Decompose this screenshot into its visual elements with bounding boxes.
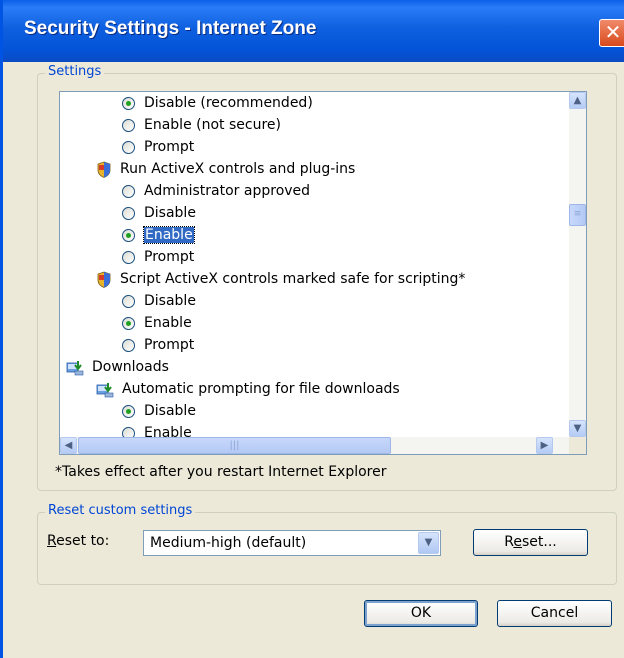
- scroll-left-button[interactable]: ◀: [60, 437, 77, 454]
- radio-option[interactable]: Enable: [122, 225, 195, 245]
- tree-item-label: Downloads: [92, 359, 169, 375]
- scroll-corner: [569, 437, 586, 454]
- chevron-down-icon[interactable]: ▼: [418, 532, 439, 554]
- settings-group-label: Settings: [45, 64, 105, 79]
- radio-button[interactable]: [122, 206, 135, 220]
- tree-item-label: Disable: [144, 293, 196, 309]
- tree-item-label: Automatic prompting for file downloads: [122, 381, 400, 397]
- radio-option[interactable]: Prompt: [122, 137, 194, 157]
- radio-button-checked[interactable]: [122, 96, 135, 110]
- window-title: Security Settings - Internet Zone: [24, 18, 317, 39]
- vertical-scroll-thumb[interactable]: ≡: [569, 204, 586, 226]
- reset-group-label: Reset custom settings: [45, 503, 196, 518]
- radio-button-checked[interactable]: [122, 404, 135, 418]
- radio-button[interactable]: [122, 118, 135, 132]
- shield-icon: [96, 271, 112, 288]
- reset-button[interactable]: Reset...: [473, 529, 588, 556]
- tree-item-label: Enable (not secure): [144, 117, 281, 133]
- tree-item-label: Disable: [144, 205, 196, 221]
- tree-item-label: Disable: [144, 403, 196, 419]
- setting-heading[interactable]: Automatic prompting for file downloads: [96, 379, 400, 399]
- radio-option[interactable]: Disable: [122, 291, 196, 311]
- tree-item-label: Enable: [143, 226, 195, 244]
- tree-item-label: Administrator approved: [144, 183, 311, 199]
- setting-heading[interactable]: Run ActiveX controls and plug-ins: [96, 159, 355, 179]
- tree-item-label: Script ActiveX controls marked safe for …: [120, 271, 466, 287]
- tree-item-label: Prompt: [144, 249, 195, 265]
- ok-button[interactable]: OK: [364, 600, 478, 627]
- tree-item-label: Prompt: [144, 139, 195, 155]
- category-item[interactable]: Downloads: [66, 357, 169, 377]
- vertical-scrollbar[interactable]: ▲ ≡ ▼: [569, 92, 586, 437]
- setting-heading[interactable]: Script ActiveX controls marked safe for …: [96, 269, 465, 289]
- horizontal-scrollbar[interactable]: ◀ ||| ▶: [60, 437, 570, 454]
- radio-button[interactable]: [122, 184, 135, 198]
- radio-option[interactable]: Disable: [122, 203, 196, 223]
- restart-note: *Takes effect after you restart Internet…: [55, 464, 387, 480]
- radio-option[interactable]: Disable: [122, 401, 196, 421]
- tree-item-label: Enable: [144, 315, 192, 331]
- radio-option[interactable]: Administrator approved: [122, 181, 310, 201]
- radio-option[interactable]: Disable (recommended): [122, 93, 313, 113]
- scroll-down-button[interactable]: ▼: [569, 420, 586, 437]
- radio-option[interactable]: Enable: [122, 313, 192, 333]
- radio-button[interactable]: [122, 140, 135, 154]
- tree-item-label: Run ActiveX controls and plug-ins: [120, 161, 356, 177]
- title-bar[interactable]: Security Settings - Internet Zone ✕: [3, 0, 624, 62]
- shield-icon: [96, 161, 112, 178]
- security-settings-dialog: Security Settings - Internet Zone ✕ Sett…: [0, 0, 624, 658]
- radio-button[interactable]: [122, 250, 135, 264]
- downloads-icon: [66, 359, 84, 376]
- settings-tree[interactable]: Disable (recommended) Enable (not secure)…: [59, 91, 587, 455]
- radio-button[interactable]: [122, 294, 135, 308]
- radio-button-checked[interactable]: [122, 316, 135, 330]
- radio-button[interactable]: [122, 338, 135, 352]
- reset-level-value: Medium-high (default): [150, 535, 307, 551]
- reset-to-label: Reset to:: [47, 533, 110, 549]
- close-icon: ✕: [604, 20, 622, 44]
- radio-button-checked[interactable]: [122, 228, 135, 242]
- scroll-right-button[interactable]: ▶: [536, 437, 553, 454]
- horizontal-scroll-thumb[interactable]: |||: [78, 437, 391, 454]
- download-setting-icon: [96, 381, 114, 398]
- radio-option[interactable]: Prompt: [122, 335, 194, 355]
- close-button[interactable]: ✕: [599, 19, 624, 47]
- cancel-button[interactable]: Cancel: [497, 600, 612, 627]
- tree-item-label: Prompt: [144, 337, 195, 353]
- radio-option[interactable]: Prompt: [122, 247, 194, 267]
- tree-item-label: Disable (recommended): [144, 95, 313, 111]
- scroll-up-button[interactable]: ▲: [569, 92, 586, 109]
- radio-option[interactable]: Enable (not secure): [122, 115, 281, 135]
- reset-level-dropdown[interactable]: Medium-high (default) ▼: [143, 530, 441, 556]
